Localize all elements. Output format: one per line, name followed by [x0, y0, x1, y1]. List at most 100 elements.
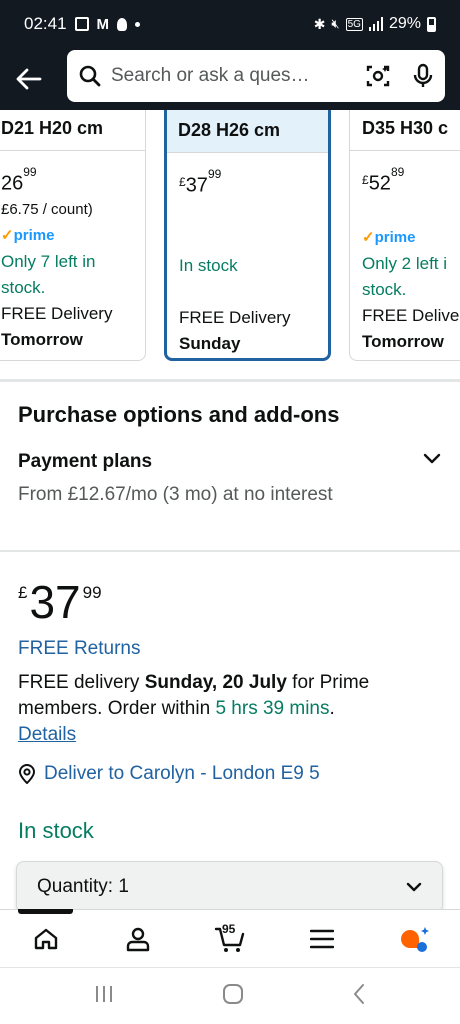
- payment-plans-description: From £12.67/mo (3 mo) at no interest: [18, 484, 333, 505]
- signal-icon: [368, 17, 383, 31]
- battery-icon: [427, 16, 436, 32]
- size-option-price: £3799: [179, 167, 316, 201]
- chevron-down-icon: [423, 453, 441, 464]
- delivery-date: Sunday, 20 July: [144, 672, 287, 693]
- menu-icon: [310, 929, 334, 948]
- home-square-icon: [223, 983, 243, 1004]
- price-fraction: 89: [390, 165, 405, 179]
- nav-menu[interactable]: [292, 914, 352, 964]
- price-whole: 37: [185, 174, 208, 197]
- deliver-to-link[interactable]: Deliver to Carolyn - London E9 5: [18, 763, 320, 785]
- gallery-notification-icon: [74, 17, 89, 31]
- delivery-prefix: FREE delivery: [18, 672, 145, 693]
- rufus-assistant-icon: [401, 926, 429, 952]
- delivery-message: FREE delivery Sunday, 20 July for Prime …: [18, 670, 438, 748]
- size-option-card[interactable]: D35 H30 c £5289 ✓prime Only 2 left i sto…: [349, 110, 460, 361]
- delivery-countdown: 5 hrs 39 mins: [215, 698, 330, 719]
- price-fraction: 99: [23, 165, 37, 179]
- prime-badge: ✓prime: [1, 223, 133, 249]
- stock-status: Only 7 left in: [1, 251, 96, 271]
- status-left: 02:41 M: [24, 14, 314, 34]
- bulb-notification-icon: [117, 17, 128, 31]
- stock-status: In stock: [179, 255, 238, 275]
- more-notifications-icon: [135, 21, 141, 27]
- availability-status: In stock: [18, 818, 94, 843]
- details-link[interactable]: Details: [18, 724, 76, 745]
- price-currency: £: [179, 174, 186, 189]
- size-option-body: £3799 In stock FREE Delivery Sunday: [167, 153, 328, 357]
- free-returns-link[interactable]: FREE Returns: [18, 638, 140, 660]
- home-system-button[interactable]: [222, 983, 244, 1010]
- stock-status: Only 2 left i: [362, 253, 448, 273]
- deliver-to-text: Deliver to Carolyn - London E9 5: [44, 763, 320, 784]
- size-option-card-selected[interactable]: D28 H26 cm £3799 In stock FREE Delivery …: [164, 110, 331, 361]
- delivery-suffix: .: [329, 698, 335, 719]
- cart-count-badge: 95: [222, 921, 236, 936]
- search-actions: [365, 63, 433, 89]
- delivery-day: Tomorrow: [362, 331, 444, 351]
- size-option-label: D21 H20 cm: [0, 110, 145, 151]
- price-currency: £: [362, 172, 369, 187]
- delivery-label: FREE Delivery: [179, 307, 291, 327]
- prime-badge: ✓prime: [362, 225, 460, 251]
- chevron-down-icon: [406, 882, 422, 892]
- price-whole: 52: [368, 172, 391, 195]
- price-whole: 26: [1, 172, 24, 195]
- bottom-navigation: 95: [0, 909, 460, 967]
- stock-status-cont: stock.: [362, 279, 407, 299]
- delivery-day: Tomorrow: [1, 329, 83, 349]
- bluetooth-icon: ✱: [313, 15, 326, 32]
- size-option-label: D28 H26 cm: [167, 110, 328, 153]
- search-input[interactable]: [111, 65, 357, 87]
- prime-check-icon: ✓: [1, 226, 14, 244]
- recent-apps-icon: [96, 985, 112, 1002]
- size-option-price: 2699: [1, 165, 133, 197]
- home-icon: [34, 928, 58, 949]
- price-fraction: 99: [82, 583, 102, 602]
- price-currency: £: [18, 583, 28, 602]
- network-type: 5G: [345, 17, 363, 31]
- header: [0, 48, 460, 110]
- unit-price: £6.75 / count): [1, 200, 93, 218]
- recent-apps-button[interactable]: [94, 985, 114, 1008]
- delivery-label: FREE Delivery: [1, 303, 113, 323]
- quantity-selector[interactable]: Quantity: 1: [16, 861, 443, 913]
- nav-cart[interactable]: 95: [200, 914, 260, 964]
- location-pin-icon: [18, 764, 36, 784]
- purchase-options-title: Purchase options and add-ons: [18, 402, 340, 427]
- gmail-notification-icon: M: [96, 15, 110, 33]
- active-tab-indicator: [18, 909, 73, 914]
- size-option-price: £5289: [362, 165, 460, 199]
- battery-percent: 29%: [388, 15, 421, 32]
- user-icon: [126, 927, 150, 951]
- mute-icon: 🔇︎: [331, 16, 340, 31]
- size-option-card[interactable]: D21 H20 cm 2699 £6.75 / count) ✓prime On…: [0, 110, 146, 361]
- buybox-price: £ 37 99: [18, 575, 102, 629]
- section-divider: [0, 550, 460, 552]
- camera-search-icon[interactable]: [365, 63, 391, 89]
- back-button[interactable]: [2, 53, 54, 105]
- nav-account[interactable]: [108, 914, 168, 964]
- system-navigation-bar: [0, 967, 460, 1024]
- arrow-left-icon: [16, 68, 42, 90]
- microphone-icon[interactable]: [413, 63, 433, 89]
- status-bar: 02:41 M ✱ 🔇︎ 5G 29%: [0, 0, 460, 48]
- nav-home[interactable]: [16, 914, 76, 964]
- delivery-label: FREE Delive: [362, 305, 460, 325]
- prime-label: prime: [374, 228, 416, 246]
- status-right: ✱ 🔇︎ 5G 29%: [314, 15, 436, 33]
- back-system-button[interactable]: [352, 983, 366, 1010]
- payment-plans-expand-button[interactable]: [418, 447, 446, 471]
- size-option-body: 2699 £6.75 / count) ✓prime Only 7 left i…: [0, 151, 145, 353]
- price-whole: 37: [29, 576, 81, 628]
- stock-status-cont: stock.: [1, 277, 46, 297]
- nav-rufus[interactable]: [384, 914, 444, 964]
- search-bar[interactable]: [67, 50, 445, 102]
- delivery-day: Sunday: [179, 333, 241, 353]
- price-fraction: 99: [207, 167, 222, 181]
- payment-plans-title[interactable]: Payment plans: [18, 451, 152, 473]
- quantity-label: Quantity: 1: [37, 876, 129, 897]
